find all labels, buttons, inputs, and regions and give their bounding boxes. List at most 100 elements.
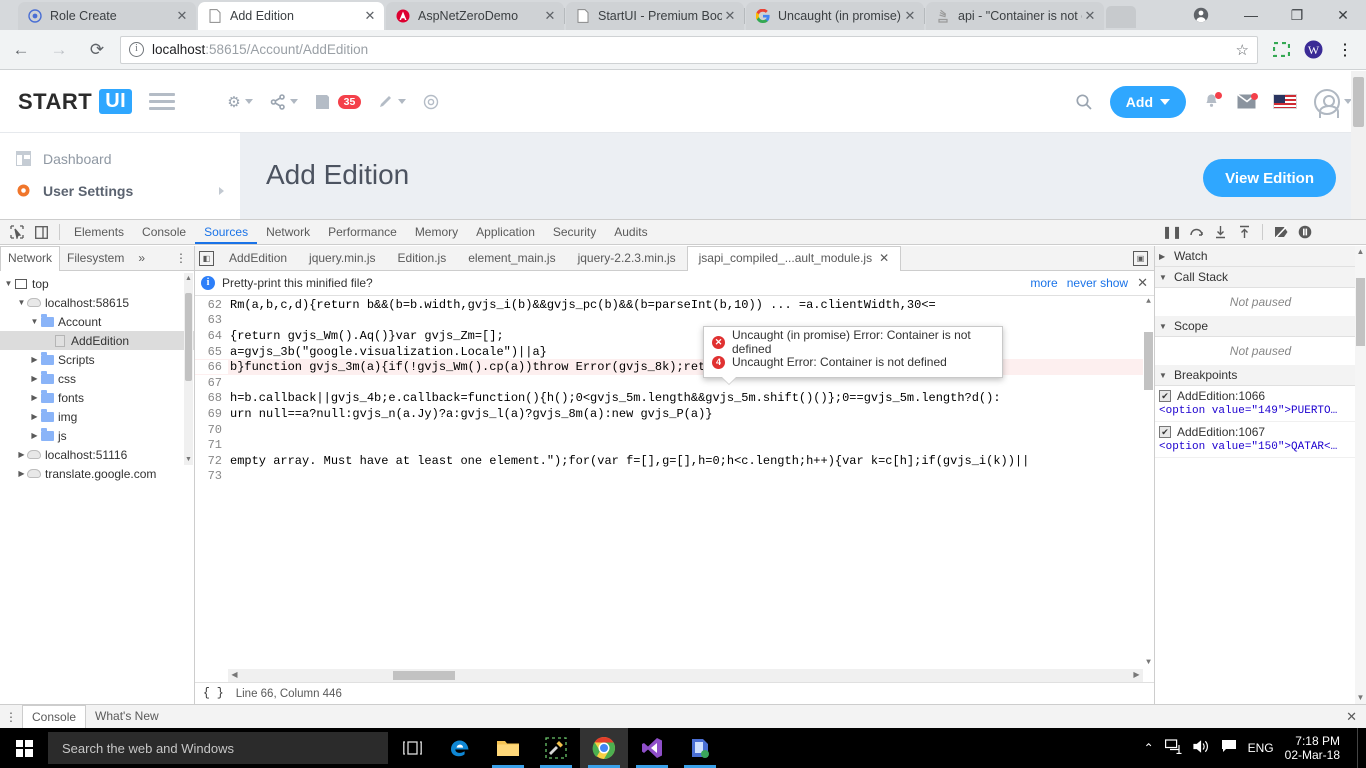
disclosure-triangle-icon[interactable]: ▶ — [16, 450, 27, 459]
close-tab-icon[interactable]: ✕ — [174, 8, 190, 24]
tree-node[interactable]: ▶ js — [0, 426, 194, 445]
editor-file-tab[interactable]: jquery-2.2.3.min.js — [567, 246, 687, 270]
debugger-scrollbar[interactable]: ▲ ▼ — [1355, 246, 1366, 704]
navigator-menu-icon[interactable]: ⋮ — [168, 246, 194, 270]
browser-tab[interactable]: Role Create ✕ — [18, 2, 196, 30]
navigator-scroll-thumb[interactable] — [185, 293, 192, 381]
new-tab-button[interactable] — [1106, 6, 1136, 28]
editor-file-tab-active[interactable]: jsapi_compiled_...ault_module.js ✕ — [686, 245, 902, 271]
sidebar-item-user-settings[interactable]: User Settings — [0, 175, 240, 207]
tree-node[interactable]: ▼ Account — [0, 312, 194, 331]
navigator-scrollbar[interactable]: ▲ ▼ — [184, 273, 193, 465]
editor-file-tab[interactable]: element_main.js — [457, 246, 566, 270]
browser-tab[interactable]: api - "Container is not d ✕ — [926, 2, 1104, 30]
more-link[interactable]: more — [1030, 276, 1057, 290]
devtools-tab-application[interactable]: Application — [467, 220, 544, 244]
disclosure-triangle-icon[interactable]: ▶ — [29, 412, 40, 421]
browser-tab[interactable]: Add Edition ✕ — [198, 2, 384, 30]
chrome-menu-icon[interactable]: ⋮ — [1330, 35, 1360, 65]
editor-horizontal-scrollbar[interactable]: ◀ ▶ — [228, 669, 1143, 682]
disclosure-triangle-icon[interactable]: ▼ — [16, 298, 27, 307]
editor-vertical-scrollbar[interactable]: ▲ ▼ — [1143, 296, 1154, 669]
disclosure-triangle-icon[interactable]: ▶ — [1159, 252, 1169, 261]
scroll-left-icon[interactable]: ◀ — [228, 669, 241, 682]
hamburger-menu-icon[interactable] — [149, 93, 176, 110]
tree-node[interactable]: ▶ img — [0, 407, 194, 426]
devtools-tab-memory[interactable]: Memory — [406, 220, 467, 244]
site-logo[interactable]: START UI — [18, 89, 133, 115]
user-menu[interactable] — [1314, 88, 1352, 118]
debugger-section-watch[interactable]: ▶ Watch — [1155, 246, 1366, 267]
reload-icon[interactable]: ⟳ — [80, 33, 114, 67]
editor-hscroll-thumb[interactable] — [393, 671, 455, 680]
language-flag-icon[interactable] — [1273, 94, 1297, 109]
disclosure-triangle-icon[interactable]: ▼ — [1159, 371, 1169, 380]
page-scrollbar[interactable] — [1351, 71, 1366, 219]
debugger-section-scope[interactable]: ▼ Scope — [1155, 316, 1366, 337]
bell-icon[interactable] — [1203, 92, 1222, 110]
tree-node[interactable]: ▶ css — [0, 369, 194, 388]
address-bar[interactable]: i localhost:58615/Account/AddEdition ☆ — [120, 35, 1258, 64]
pause-icon[interactable]: ❚❚ — [1161, 221, 1183, 243]
scroll-right-icon[interactable]: ▶ — [1130, 669, 1143, 682]
disclosure-triangle-icon[interactable]: ▶ — [29, 431, 40, 440]
disclosure-triangle-icon[interactable]: ▶ — [16, 469, 27, 478]
editor-scroll-thumb[interactable] — [1144, 332, 1153, 390]
browser-tab[interactable]: Uncaught (in promise) E ✕ — [746, 2, 924, 30]
network-icon[interactable] — [1164, 739, 1182, 757]
line-number[interactable]: 62 — [195, 297, 228, 312]
close-tab-icon[interactable]: ✕ — [722, 8, 738, 24]
tree-node[interactable]: ▶ fonts — [0, 388, 194, 407]
line-number[interactable]: 73 — [195, 469, 228, 484]
close-tab-icon[interactable]: ✕ — [1082, 8, 1098, 24]
lifebuoy-icon[interactable] — [423, 94, 439, 110]
line-number[interactable]: 70 — [195, 422, 228, 437]
maximize-button[interactable]: ❐ — [1274, 0, 1320, 30]
close-tab-icon[interactable]: ✕ — [362, 8, 378, 24]
search-icon[interactable] — [1075, 93, 1093, 111]
chrome-icon[interactable] — [580, 728, 628, 768]
tree-node[interactable]: ▼ top — [0, 274, 194, 293]
navigator-tab-filesystem[interactable]: Filesystem — [60, 246, 131, 270]
task-view-icon[interactable] — [388, 728, 436, 768]
devtools-tab-performance[interactable]: Performance — [319, 220, 406, 244]
browser-tab[interactable]: AspNetZeroDemo ✕ — [386, 2, 564, 30]
show-navigator-icon[interactable]: ◧ — [199, 250, 214, 266]
line-number[interactable]: 69 — [195, 406, 228, 421]
taskbar-search-input[interactable]: Search the web and Windows — [48, 732, 388, 764]
sidebar-item-dashboard[interactable]: Dashboard — [0, 143, 240, 175]
format-button[interactable]: { } — [203, 687, 224, 700]
line-number[interactable]: 68 — [195, 391, 228, 406]
share-icon[interactable] — [270, 93, 298, 110]
show-debugger-icon[interactable]: ▣ — [1133, 250, 1148, 266]
editor-file-tab[interactable]: Edition.js — [387, 246, 458, 270]
code-area[interactable]: 62 Rm(a,b,c,d){return b&&(b=b.width,gvjs_… — [195, 296, 1154, 682]
devtools-tab-sources[interactable]: Sources — [195, 220, 258, 244]
taskbar-clock[interactable]: 7:18 PM 02-Mar-18 — [1285, 734, 1346, 762]
disclosure-triangle-icon[interactable]: ▶ — [29, 374, 40, 383]
scroll-up-icon[interactable]: ▲ — [1143, 296, 1154, 308]
step-over-icon[interactable] — [1185, 221, 1207, 243]
tree-node[interactable]: ▶ Scripts — [0, 350, 194, 369]
disclosure-triangle-icon[interactable]: ▼ — [29, 317, 40, 326]
dismiss-pretty-print-icon[interactable]: ✕ — [1137, 275, 1148, 291]
device-toolbar-icon[interactable] — [29, 221, 54, 244]
action-center-icon[interactable] — [1221, 739, 1237, 757]
debugger-section-call-stack[interactable]: ▼ Call Stack — [1155, 267, 1366, 288]
extension-icon[interactable]: W — [1298, 35, 1328, 65]
sql-server-icon[interactable] — [676, 728, 724, 768]
never-show-link[interactable]: never show — [1067, 276, 1128, 290]
scroll-down-icon[interactable]: ▼ — [1355, 692, 1366, 704]
back-icon[interactable]: ← — [4, 33, 38, 67]
scroll-up-icon[interactable]: ▲ — [1355, 246, 1366, 258]
line-number[interactable]: 65 — [195, 344, 228, 359]
breakpoint-item[interactable]: ✔ AddEdition:1066 <option value="149">PUER… — [1155, 386, 1366, 422]
bookmark-star-icon[interactable]: ☆ — [1236, 41, 1249, 59]
gear-icon[interactable]: ⚙ — [227, 93, 253, 111]
breakpoint-checkbox[interactable]: ✔ — [1159, 390, 1171, 402]
view-edition-button[interactable]: View Edition — [1203, 159, 1336, 197]
close-file-tab-icon[interactable]: ✕ — [879, 247, 889, 270]
scroll-down-icon[interactable]: ▼ — [184, 454, 193, 465]
show-desktop-button[interactable] — [1357, 728, 1362, 768]
language-indicator[interactable]: ENG — [1248, 741, 1274, 755]
